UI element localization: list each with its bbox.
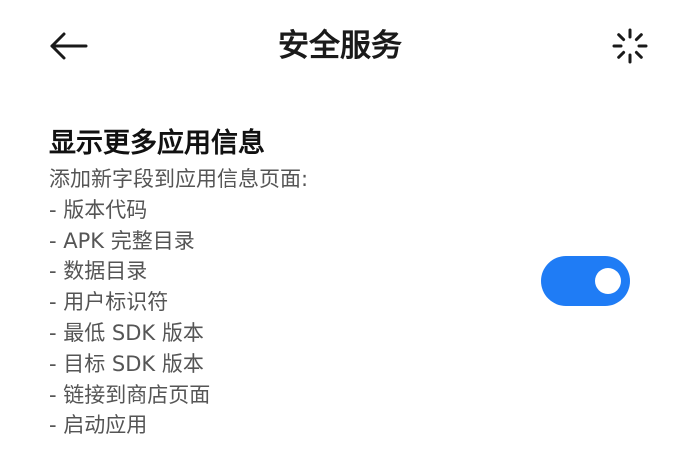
description-item: - 链接到商店页面 <box>49 382 211 407</box>
toggle-knob <box>595 268 621 294</box>
description-item: - 启动应用 <box>49 413 148 438</box>
loading-button[interactable] <box>608 26 652 66</box>
setting-title: 显示更多应用信息 <box>49 128 265 159</box>
description-item: - 最低 SDK 版本 <box>49 320 204 345</box>
description-item: - 版本代码 <box>49 197 148 222</box>
header-bar: 安全服务 <box>0 0 680 92</box>
description-item: - 用户标识符 <box>49 290 169 315</box>
description-item: - 目标 SDK 版本 <box>49 351 204 376</box>
show-more-info-toggle[interactable] <box>541 256 630 306</box>
setting-text-block: 显示更多应用信息 添加新字段到应用信息页面: - 版本代码 - APK 完整目录… <box>49 124 519 441</box>
description-intro: 添加新字段到应用信息页面: <box>49 167 309 191</box>
page-title: 安全服务 <box>278 28 402 64</box>
description-item: - APK 完整目录 <box>49 228 195 253</box>
setting-description: 添加新字段到应用信息页面: - 版本代码 - APK 完整目录 - 数据目录 -… <box>49 164 519 441</box>
show-more-app-info-setting[interactable]: 显示更多应用信息 添加新字段到应用信息页面: - 版本代码 - APK 完整目录… <box>0 120 680 450</box>
loading-spinner-icon <box>612 28 648 64</box>
security-service-page: 安全服务 显示更多应用信息 添加新字段到应用信息页面: - 版本代码 - APK… <box>0 0 680 473</box>
description-item: - 数据目录 <box>49 259 148 284</box>
